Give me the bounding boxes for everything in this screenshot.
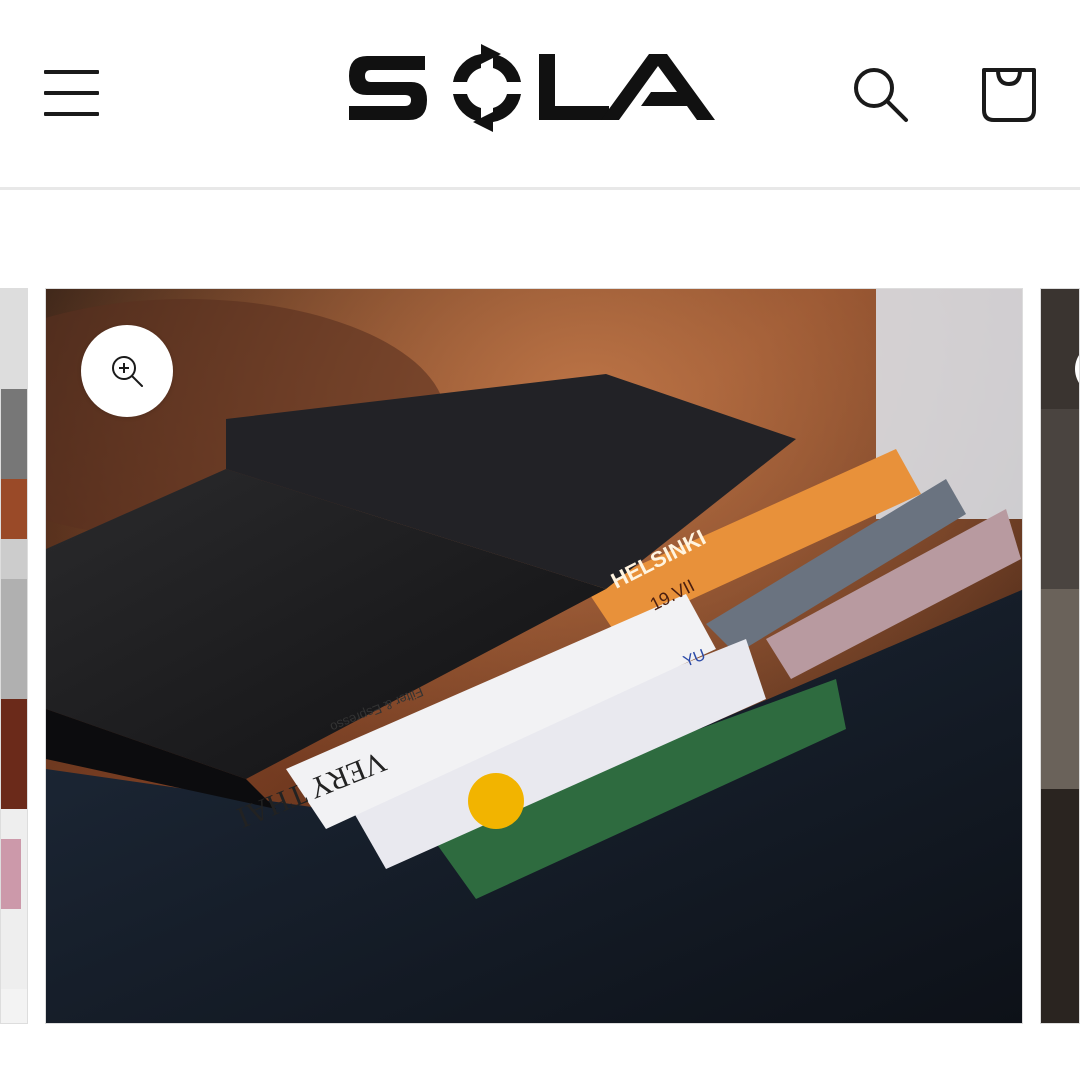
menu-button[interactable] (44, 66, 100, 120)
brand-logo[interactable]: SOLA (347, 40, 719, 132)
product-image-next (1041, 289, 1079, 1023)
zoom-button[interactable] (81, 325, 173, 417)
logo-mark (349, 44, 715, 132)
gallery-slide-previous[interactable] (0, 288, 28, 1024)
search-icon (854, 68, 908, 122)
gallery-slide-next[interactable] (1040, 288, 1080, 1024)
product-gallery: VERY THAI Filter & Espresso HELSINKI 19.… (0, 288, 1080, 1024)
product-image-previous (1, 289, 27, 1023)
site-header: SOLA (0, 0, 1080, 190)
hamburger-menu-icon (44, 70, 99, 74)
cart-button[interactable] (978, 62, 1040, 124)
zoom-in-icon (112, 356, 143, 387)
gallery-slide-main[interactable]: VERY THAI Filter & Espresso HELSINKI 19.… (45, 288, 1023, 1024)
product-image-wallet: VERY THAI Filter & Espresso HELSINKI 19.… (46, 289, 1022, 1023)
search-button[interactable] (850, 64, 910, 124)
shopping-bag-icon (982, 68, 1036, 122)
